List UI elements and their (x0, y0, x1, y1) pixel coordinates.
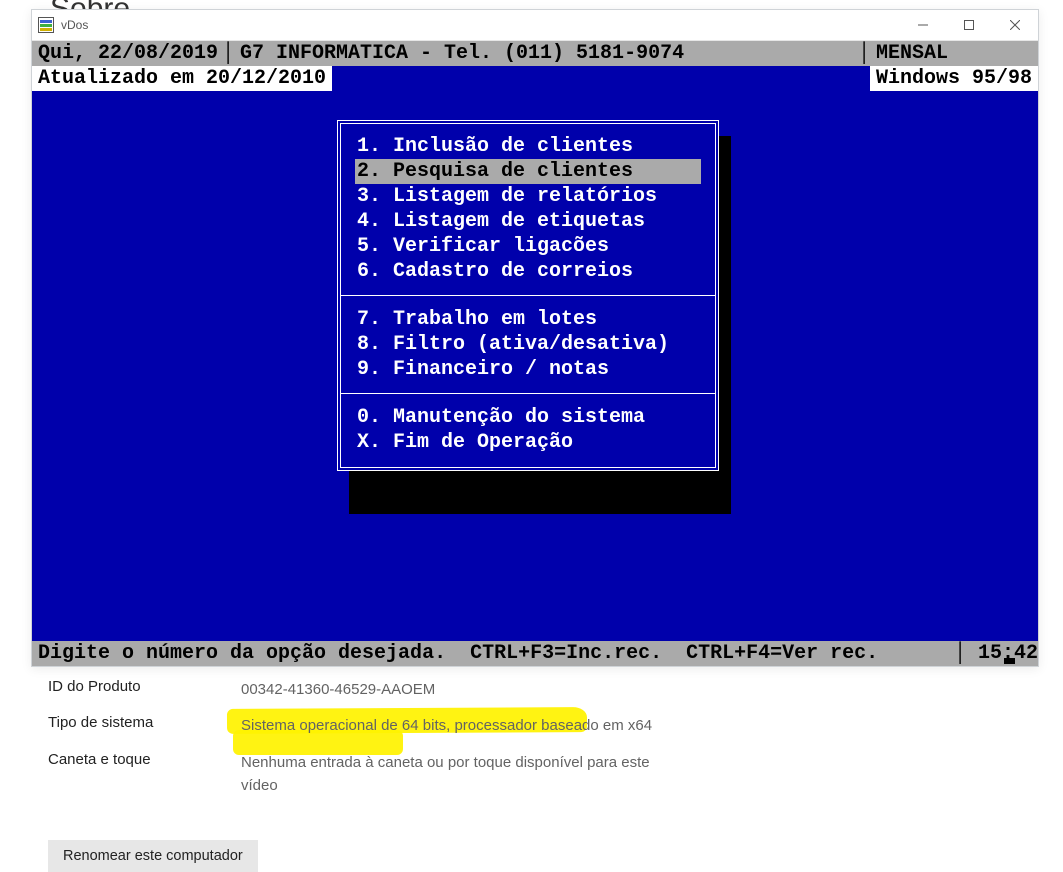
menu-item[interactable]: 9. Financeiro / notas (355, 357, 701, 382)
spacer (332, 66, 870, 91)
dos-status-row: Atualizado em 20/12/2010 Windows 95/98 (32, 66, 1038, 91)
dos-status-left: Atualizado em 20/12/2010 (32, 66, 332, 91)
separator: │ (222, 41, 234, 66)
app-icon (38, 17, 54, 33)
window-titlebar[interactable]: vDos (32, 10, 1038, 41)
separator: │ (948, 641, 972, 666)
menu-item[interactable]: 3. Listagem de relatórios (355, 184, 701, 209)
dos-company: G7 INFORMATICA - Tel. (011) 5181-9074 (234, 41, 858, 66)
dos-mode: MENSAL (870, 41, 1038, 66)
menu-item[interactable]: X. Fim de Operação (355, 430, 701, 455)
minimize-button[interactable] (900, 10, 946, 40)
setting-row: ID do Produto00342-41360-46529-AAOEM (48, 678, 688, 701)
window-controls (900, 10, 1038, 40)
menu-separator (341, 393, 715, 394)
setting-label: Caneta e toque (48, 751, 241, 768)
separator: │ (858, 41, 870, 66)
dos-terminal[interactable]: Qui, 22/08/2019 │ G7 INFORMATICA - Tel. … (32, 41, 1038, 666)
dos-menu: 1. Inclusão de clientes2. Pesquisa de cl… (337, 120, 719, 471)
setting-row: Tipo de sistemaSistema operacional de 64… (48, 714, 688, 737)
menu-item[interactable]: 0. Manutenção do sistema (355, 405, 701, 430)
system-settings-panel: ID do Produto00342-41360-46529-AAOEMTipo… (48, 678, 688, 810)
dos-bottombar: Digite o número da opção desejada. CTRL+… (32, 641, 1038, 666)
menu-item[interactable]: 1. Inclusão de clientes (355, 134, 701, 159)
dos-clock: 15:42 (972, 641, 1038, 666)
window-title: vDos (61, 18, 900, 32)
rename-computer-button[interactable]: Renomear este computador (48, 840, 258, 872)
setting-value: 00342-41360-46529-AAOEM (241, 678, 688, 701)
dos-date: Qui, 22/08/2019 (32, 41, 222, 66)
menu-item[interactable]: 2. Pesquisa de clientes (355, 159, 701, 184)
cursor-icon (1004, 658, 1015, 664)
menu-item[interactable]: 6. Cadastro de correios (355, 259, 701, 284)
setting-label: Tipo de sistema (48, 714, 241, 731)
menu-item[interactable]: 8. Filtro (ativa/desativa) (355, 332, 701, 357)
setting-value: Sistema operacional de 64 bits, processa… (241, 714, 688, 737)
menu-item[interactable]: 5. Verificar ligacões (355, 234, 701, 259)
dos-body: 1. Inclusão de clientes2. Pesquisa de cl… (32, 91, 1038, 641)
setting-row: Caneta e toqueNenhuma entrada à caneta o… (48, 751, 688, 798)
dos-topbar: Qui, 22/08/2019 │ G7 INFORMATICA - Tel. … (32, 41, 1038, 66)
setting-label: ID do Produto (48, 678, 241, 695)
menu-item[interactable]: 4. Listagem de etiquetas (355, 209, 701, 234)
vdos-window: vDos Qui, 22/08/2019 │ G7 INFORMATICA - … (31, 9, 1039, 667)
dos-status-right: Windows 95/98 (870, 66, 1038, 91)
setting-value: Nenhuma entrada à caneta ou por toque di… (241, 751, 688, 798)
menu-item[interactable]: 7. Trabalho em lotes (355, 307, 701, 332)
dos-prompt: Digite o número da opção desejada. CTRL+… (32, 641, 948, 666)
menu-separator (341, 295, 715, 296)
maximize-button[interactable] (946, 10, 992, 40)
close-button[interactable] (992, 10, 1038, 40)
